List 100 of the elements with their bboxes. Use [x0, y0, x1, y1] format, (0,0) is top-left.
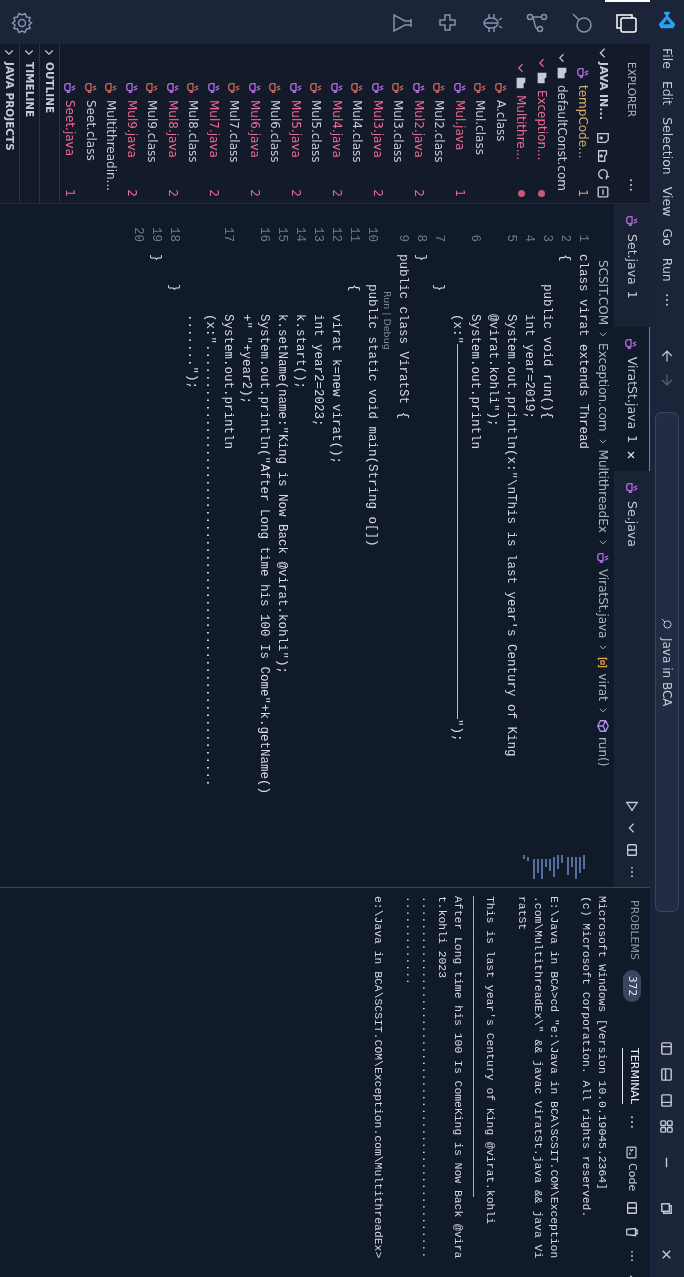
coffee-cup-icon [247, 81, 262, 95]
tree-item[interactable]: Multithreadin... [101, 44, 122, 203]
tree-item[interactable]: Mul3.java 2 [367, 44, 388, 203]
line-number: 18 [166, 226, 182, 242]
breadcrumb-item[interactable]: MultithreadEx [594, 449, 612, 533]
tree-item[interactable]: Mul8.java 2 [162, 44, 183, 203]
editor-tab[interactable]: ViratSt.java 1 [614, 326, 650, 472]
coffee-cup-icon [206, 81, 221, 95]
line-number: 19 [148, 226, 164, 242]
tree-item[interactable]: defaultConst.com [552, 44, 573, 203]
line-number: 20 [130, 226, 146, 242]
tree-item[interactable]: Mul.class [470, 44, 491, 203]
menu-item[interactable]: File [655, 42, 679, 75]
line-number: 12 [328, 226, 344, 242]
tree-item[interactable]: Mul3.class [388, 44, 409, 203]
line-number: 16 [256, 226, 272, 242]
tree-item[interactable]: Mul8.class [183, 44, 204, 203]
panel-tab[interactable]: TERMINAL [621, 1048, 643, 1105]
tree-item[interactable]: Mul5.class [306, 44, 327, 203]
collapse-icon[interactable] [596, 185, 610, 199]
section-header[interactable]: OUTLINE [40, 44, 60, 203]
tree-item[interactable]: Mul5.java 2 [285, 44, 306, 203]
code-line: } [413, 254, 429, 264]
section-header[interactable]: TIMELINE [20, 44, 40, 203]
coffee-cup-icon [493, 81, 508, 95]
split-editor-icon[interactable] [625, 843, 639, 857]
run-icon[interactable] [625, 799, 639, 813]
tree-item[interactable]: Mul4.java 2 [326, 44, 347, 203]
coffee-cup-icon [165, 81, 180, 95]
coffee-cup-icon [288, 81, 303, 95]
terminal-line: ..................................................... [419, 896, 433, 1261]
forward-arrow-icon[interactable] [659, 371, 675, 388]
coffee-cup-icon [624, 336, 639, 351]
line-number: 13 [310, 226, 326, 242]
line-number: 2 [557, 233, 573, 242]
coffee-cup-icon [391, 81, 406, 95]
tree-item[interactable]: Mul6.java 2 [244, 44, 265, 203]
line-number: 10 [364, 226, 380, 242]
coffee-cup-icon [268, 81, 283, 95]
coffee-cup-icon [124, 81, 139, 95]
section-header[interactable]: JAVA PROJECTS [0, 44, 20, 203]
menu-item[interactable]: Run [655, 251, 679, 288]
tree-item[interactable]: Exception... [531, 44, 552, 203]
tree-item[interactable]: Multithre... [511, 44, 532, 203]
codelens-text[interactable]: Run | Debug [381, 254, 394, 853]
tree-item[interactable]: Mul2.class [429, 44, 450, 203]
folder-name[interactable]: JAVA IN... [594, 62, 612, 120]
coffee-cup-icon [83, 81, 98, 95]
cube-icon [596, 718, 610, 733]
count-badge: 372 [623, 970, 641, 1003]
breadcrumb-item[interactable]: run() [594, 718, 612, 767]
line-number: 6 [467, 233, 483, 242]
coffee-cup-icon [452, 81, 467, 95]
tree-item[interactable]: Mul9.class [142, 44, 163, 203]
terminal-line: .com\MultithreadEx\" && javac ViratSt.java && java Vi [531, 896, 545, 1261]
new-file-icon[interactable] [596, 131, 610, 145]
search-field[interactable]: Java in BCA [655, 411, 679, 912]
menu-item[interactable]: Selection [655, 111, 679, 181]
tree-item[interactable]: tempCode... 1 [572, 44, 593, 203]
code-line: public void run(){ [539, 283, 555, 422]
status-dot-icon [538, 190, 546, 197]
terminal-line: ———————————————————————————————————————————— [467, 896, 481, 1199]
breadcrumb-item[interactable]: SCSIT.COM [594, 260, 612, 326]
tree-item[interactable]: Mul4.class [347, 44, 368, 203]
coffee-cup-icon [186, 81, 201, 95]
minimap-drawing [520, 853, 586, 881]
tree-item[interactable]: Mul7.java 2 [203, 44, 224, 203]
panel-tab[interactable]: PROBLEMS [621, 900, 643, 961]
line-number: 4 [521, 233, 537, 242]
code-line: @virat.kohli"); [485, 313, 501, 429]
tree-item[interactable]: Seet.java 1 [60, 44, 81, 203]
tree-item[interactable]: Mul6.class [265, 44, 286, 203]
refresh-icon[interactable] [596, 167, 610, 181]
breadcrumb-item[interactable]: Exception.com [594, 343, 612, 432]
menu-item[interactable]: Go [655, 222, 679, 252]
terminal-icon [625, 1146, 639, 1160]
tree-item[interactable]: A.class [490, 44, 511, 203]
breadcrumb-item[interactable]: virat [594, 656, 612, 701]
tree-item[interactable]: Seet.class [80, 44, 101, 203]
code-line: public class ViratSt { [395, 254, 411, 422]
code-line: k.start(); [292, 313, 308, 392]
tree-item[interactable]: Mul2.java 2 [408, 44, 429, 203]
terminal-selector[interactable]: Code [623, 1146, 641, 1192]
code-line: } [148, 254, 164, 264]
menu-item[interactable]: View [655, 180, 679, 223]
terminal-line: Microsoft Windows [Version 10.0.19045.2364] [595, 896, 609, 1192]
line-number: 7 [431, 233, 447, 242]
tree-item[interactable]: Mul9.java 2 [121, 44, 142, 203]
search-icon [660, 616, 674, 630]
new-folder-icon[interactable] [596, 149, 610, 163]
menu-item[interactable]: Edit [655, 74, 679, 112]
breadcrumb-item[interactable]: ViratSt.java [594, 550, 612, 639]
split-terminal-icon[interactable] [625, 1201, 639, 1216]
tree-item[interactable]: Mul7.class [224, 44, 245, 203]
code-line: virat k=new virat(); [328, 313, 344, 467]
coffee-cup-icon [104, 81, 119, 95]
tree-item[interactable]: Mul.java 1 [449, 44, 470, 203]
code-line: System.out.println [467, 313, 483, 452]
coffee-cup-icon [411, 81, 426, 95]
line-number: 14 [292, 226, 308, 242]
